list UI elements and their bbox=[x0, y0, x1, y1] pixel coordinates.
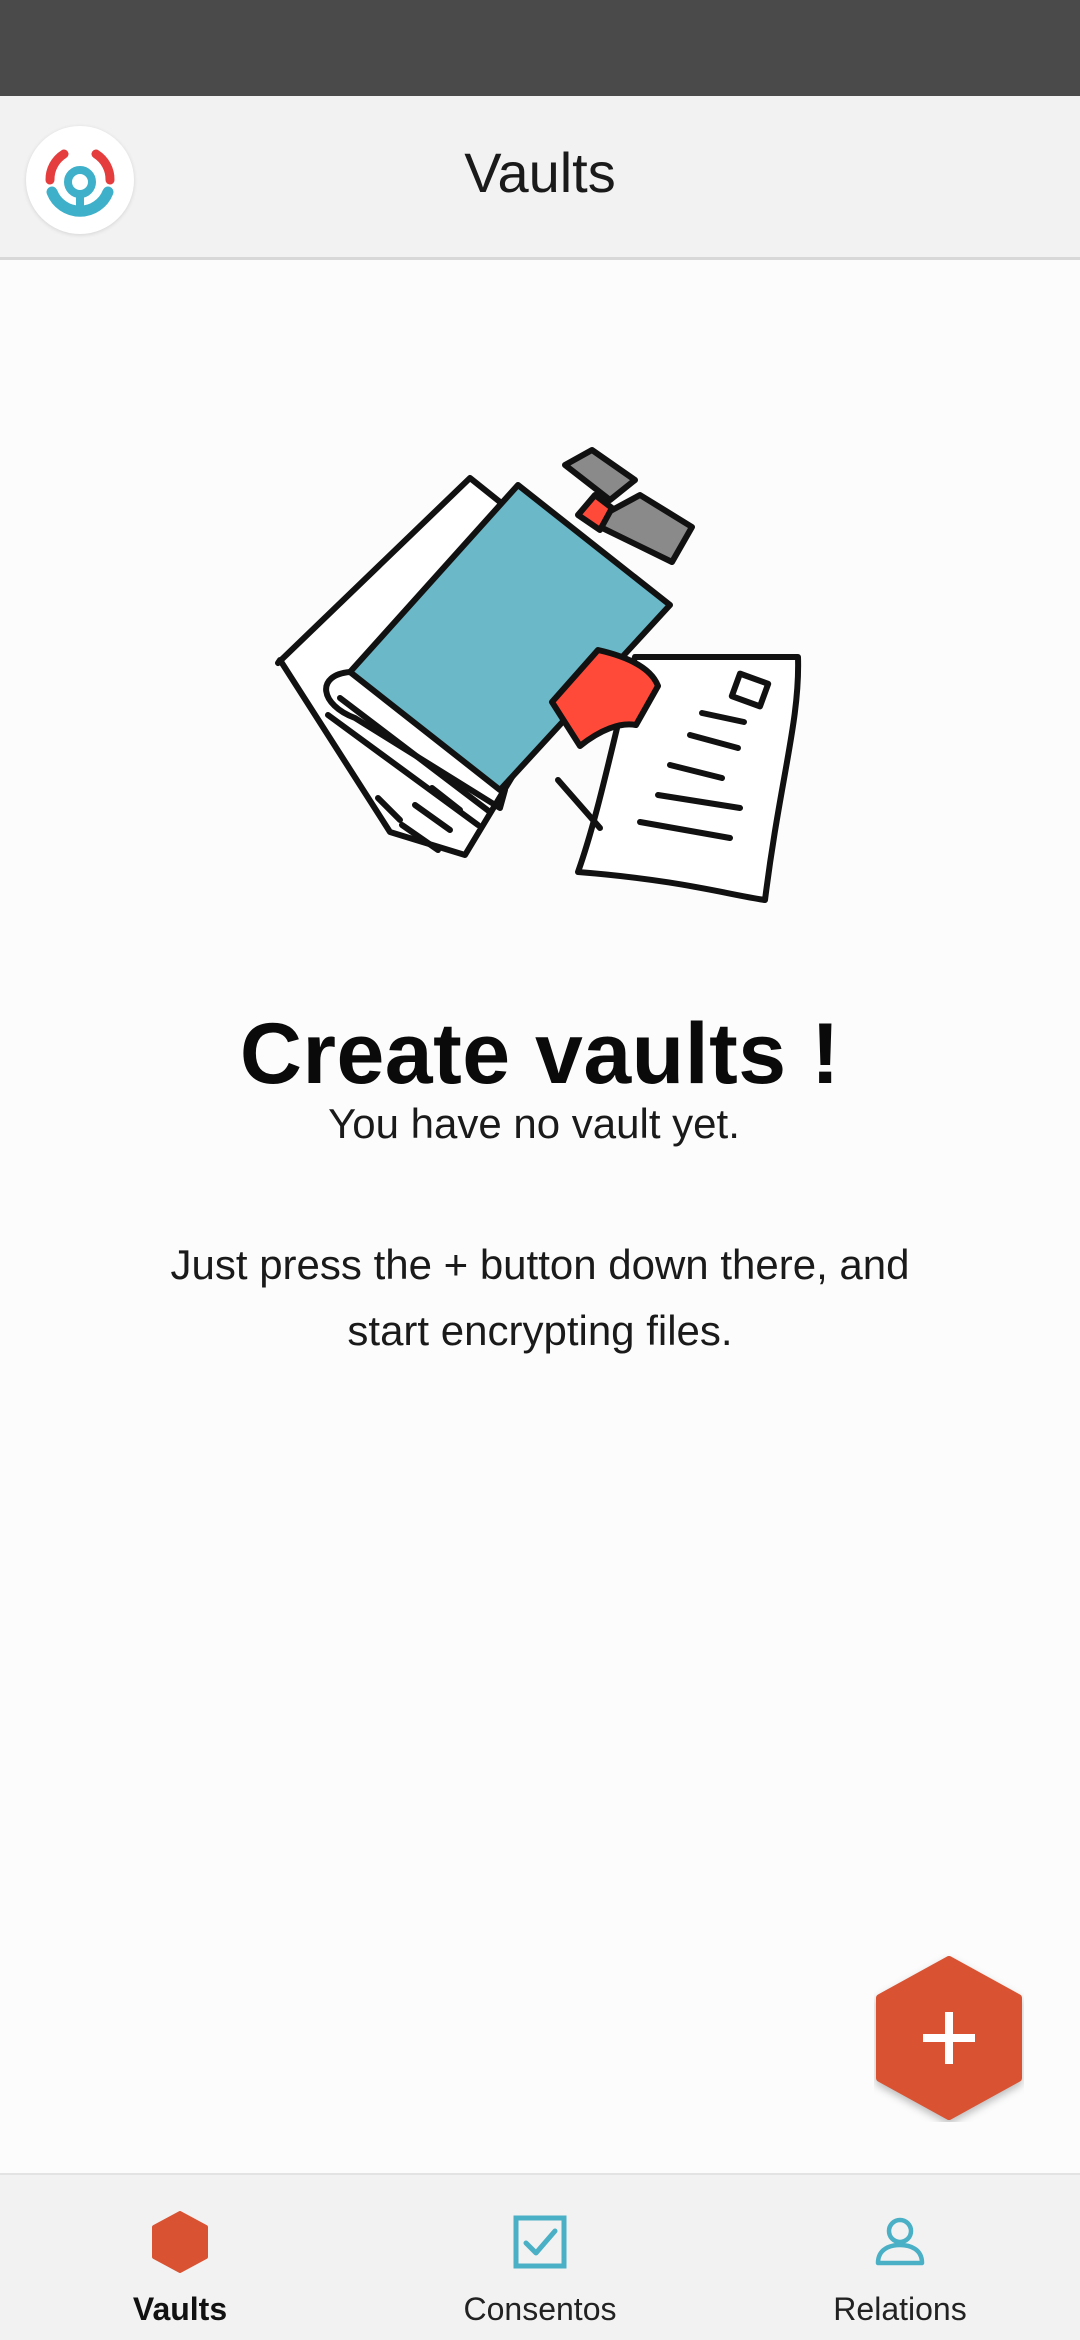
empty-state-hint-line: Just press the + button down there, and bbox=[170, 1241, 910, 1288]
app-bar: Vaults bbox=[0, 96, 1080, 260]
nav-item-vaults[interactable]: Vaults bbox=[0, 2175, 360, 2340]
add-vault-button[interactable] bbox=[874, 1954, 1024, 2122]
empty-state-subtitle: You have no vault yet. bbox=[328, 1100, 740, 1147]
person-icon bbox=[870, 2211, 930, 2273]
empty-state-hint-line: start encrypting files. bbox=[347, 1307, 733, 1354]
vault-documents-illustration bbox=[260, 430, 820, 910]
nav-label: Relations bbox=[833, 2291, 967, 2327]
checkbox-icon bbox=[510, 2211, 570, 2273]
empty-state-title: Create vaults ! bbox=[239, 1006, 841, 1102]
empty-state-hint: Just press the + button down there, and … bbox=[140, 1232, 940, 1364]
page-title: Vaults bbox=[464, 141, 616, 204]
bottom-navigation: Vaults Consentos Relations bbox=[0, 2173, 1080, 2340]
hexagon-icon bbox=[150, 2211, 210, 2273]
nav-item-relations[interactable]: Relations bbox=[720, 2175, 1080, 2340]
nav-item-consentos[interactable]: Consentos bbox=[360, 2175, 720, 2340]
nav-label: Consentos bbox=[463, 2291, 617, 2327]
nav-label: Vaults bbox=[132, 2291, 228, 2327]
status-bar bbox=[0, 0, 1080, 96]
